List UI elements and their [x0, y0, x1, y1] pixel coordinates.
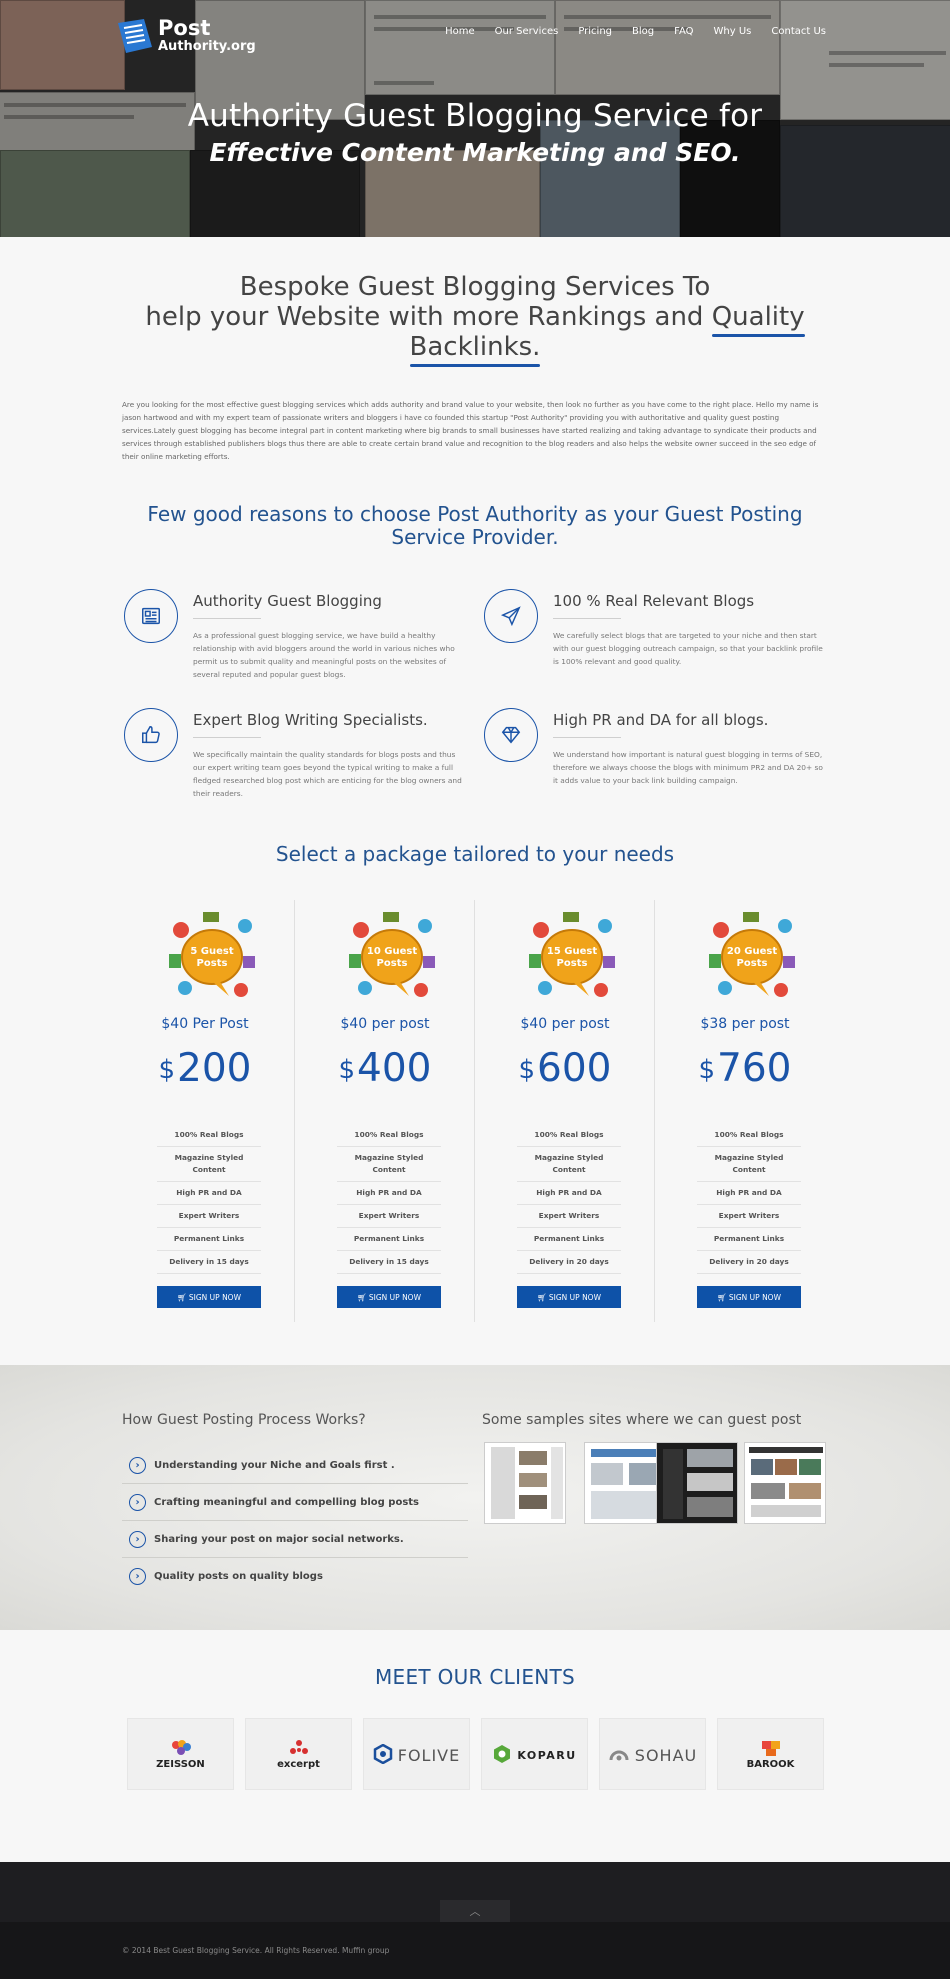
- svg-text:Posts: Posts: [377, 958, 408, 969]
- package-card-10: 10 Guest Posts $40 per post $400 100% Re…: [295, 900, 475, 1322]
- chevron-right-icon: ›: [129, 1456, 146, 1474]
- feature-expert-writing: Expert Blog Writing Specialists. We spec…: [124, 708, 462, 818]
- newspaper-icon: [124, 589, 178, 643]
- koparu-logo-icon: [494, 1745, 511, 1763]
- chevron-right-icon: ›: [129, 1568, 146, 1585]
- feature-high-pr-da: High PR and DA for all blogs. We underst…: [484, 708, 823, 818]
- package-price: $400: [338, 1046, 432, 1091]
- package-badge-icon: 15 Guest Posts: [529, 912, 615, 997]
- svg-text:10 Guest: 10 Guest: [367, 946, 417, 957]
- folive-logo-icon: [373, 1744, 392, 1764]
- barook-logo-icon: [761, 1740, 780, 1756]
- cart-icon: 🛒︎: [356, 1292, 369, 1302]
- package-card-15: 15 Guest Posts $40 per post $600 100% Re…: [475, 900, 655, 1322]
- process-list: › Understanding your Niche and Goals firs…: [122, 1447, 468, 1595]
- sign-up-button-20[interactable]: 🛒︎ SIGN UP NOW: [697, 1286, 801, 1308]
- client-logo-zeisson[interactable]: ZEISSON: [127, 1718, 234, 1790]
- list-item: › Understanding your Niche and Goals firs…: [122, 1447, 468, 1484]
- sample-site-thumbnail[interactable]: [744, 1442, 826, 1524]
- sign-up-button-15[interactable]: 🛒︎ SIGN UP NOW: [517, 1286, 621, 1308]
- packages-heading: Select a package tailored to your needs: [275, 842, 675, 866]
- nav-contact-us[interactable]: Contact Us: [771, 26, 826, 37]
- list-item: › Quality posts on quality blogs: [122, 1558, 468, 1595]
- sign-up-button-5[interactable]: 🛒︎ SIGN UP NOW: [157, 1286, 261, 1308]
- hero-heading: Authority Guest Blogging Service for Eff…: [0, 98, 950, 167]
- logo-name: Post: [158, 16, 211, 40]
- process-heading: How Guest Posting Process Works?: [122, 1412, 366, 1428]
- package-features: 100% Real Blogs Magazine Styled Content Hi…: [157, 1124, 261, 1274]
- client-logo-koparu[interactable]: KOPARU: [481, 1718, 588, 1790]
- per-post-price: $38 per post: [700, 1016, 790, 1032]
- reasons-heading: Few good reasons to choose Post Authorit…: [147, 502, 803, 549]
- package-card-20: 20 Guest Posts $38 per post $760 100% Re…: [655, 900, 835, 1322]
- excerpt-logo-icon: [289, 1739, 308, 1754]
- feature-authority-guest-blogging: Authority Guest Blogging As a profession…: [124, 589, 455, 699]
- sign-up-button-10[interactable]: 🛒︎ SIGN UP NOW: [337, 1286, 441, 1308]
- svg-text:20 Guest: 20 Guest: [727, 946, 777, 957]
- main-nav: Home Our Services Pricing Blog FAQ Why U…: [425, 26, 826, 37]
- package-badge-icon: 20 Guest Posts: [709, 912, 795, 997]
- chevron-right-icon: ›: [129, 1493, 146, 1511]
- client-logo-sohau[interactable]: SOHAU: [599, 1718, 706, 1790]
- package-price: $760: [698, 1046, 792, 1091]
- package-badge-icon: 10 Guest Posts: [349, 912, 435, 997]
- cart-icon: 🛒︎: [716, 1292, 729, 1302]
- logo-domain: Authority.org: [158, 39, 256, 54]
- cart-icon: 🛒︎: [536, 1292, 549, 1302]
- list-item: › Crafting meaningful and compelling blog…: [122, 1484, 468, 1521]
- package-features: 100% Real Blogs Magazine Styled Content Hi…: [517, 1124, 621, 1274]
- nav-our-services[interactable]: Our Services: [495, 26, 559, 37]
- back-to-top-button[interactable]: ︿: [440, 1900, 510, 1922]
- svg-text:15 Guest: 15 Guest: [547, 946, 597, 957]
- samples-heading: Some samples sites where we can guest po…: [482, 1412, 802, 1428]
- cart-icon: 🛒︎: [176, 1292, 189, 1302]
- clients-heading: MEET OUR CLIENTS: [374, 1665, 576, 1689]
- package-card-5: 5 Guest Posts $40 Per Post $200 100% Rea…: [115, 900, 295, 1322]
- per-post-price: $40 Per Post: [161, 1016, 249, 1032]
- hero-banner: Post Authority.org Home Our Services Pri…: [0, 0, 950, 237]
- per-post-price: $40 per post: [520, 1016, 610, 1032]
- client-logo-folive[interactable]: FOLIVE: [363, 1718, 470, 1790]
- list-item: › Sharing your post on major social netwo…: [122, 1521, 468, 1558]
- diamond-icon: [484, 708, 538, 762]
- package-badge-icon: 5 Guest Posts: [169, 912, 255, 997]
- process-section: How Guest Posting Process Works? › Unders…: [0, 1365, 950, 1630]
- package-features: 100% Real Blogs Magazine Styled Content Hi…: [337, 1124, 441, 1274]
- chevron-up-icon: ︿: [469, 1905, 481, 1918]
- thumbs-up-icon: [124, 708, 178, 762]
- footer: © 2014 Best Guest Blogging Service. All …: [0, 1922, 950, 1979]
- nav-home[interactable]: Home: [445, 26, 475, 37]
- chevron-right-icon: ›: [129, 1530, 146, 1548]
- sample-site-thumbnail[interactable]: [484, 1442, 566, 1524]
- svg-text:5 Guest: 5 Guest: [190, 946, 234, 957]
- intro-heading: Bespoke Guest Blogging Services To help …: [145, 272, 805, 367]
- client-logo-excerpt[interactable]: excerpt: [245, 1718, 352, 1790]
- sample-site-thumbnail[interactable]: [584, 1442, 666, 1524]
- nav-pricing[interactable]: Pricing: [578, 26, 612, 37]
- package-price: $600: [518, 1046, 612, 1091]
- sample-site-thumbnail[interactable]: [656, 1442, 738, 1524]
- svg-text:Posts: Posts: [557, 958, 588, 969]
- svg-text:Posts: Posts: [737, 958, 768, 969]
- nav-blog[interactable]: Blog: [632, 26, 654, 37]
- zeisson-logo-icon: [171, 1739, 191, 1755]
- package-price: $200: [158, 1046, 252, 1091]
- intro-heading-underlined: Backlinks.: [409, 332, 541, 367]
- svg-text:Posts: Posts: [197, 958, 228, 969]
- logo-document-icon: [118, 18, 152, 53]
- sohau-logo-icon: [609, 1750, 629, 1761]
- site-logo[interactable]: Post Authority.org: [116, 18, 256, 53]
- copyright-text: © 2014 Best Guest Blogging Service. All …: [122, 1946, 390, 1955]
- intro-heading-underlined: Quality: [711, 302, 805, 337]
- package-features: 100% Real Blogs Magazine Styled Content Hi…: [697, 1124, 801, 1274]
- hero-title: Authority Guest Blogging Service for: [187, 98, 763, 134]
- nav-why-us[interactable]: Why Us: [714, 26, 752, 37]
- intro-paragraph: Are you looking for the most effective g…: [122, 400, 819, 461]
- hero-subtitle: Effective Content Marketing and SEO.: [209, 138, 741, 167]
- per-post-price: $40 per post: [340, 1016, 430, 1032]
- paper-plane-icon: [484, 589, 538, 643]
- feature-real-relevant-blogs: 100 % Real Relevant Blogs We carefully s…: [484, 589, 823, 699]
- nav-faq[interactable]: FAQ: [674, 26, 693, 37]
- client-logo-barook[interactable]: BAROOK: [717, 1718, 824, 1790]
